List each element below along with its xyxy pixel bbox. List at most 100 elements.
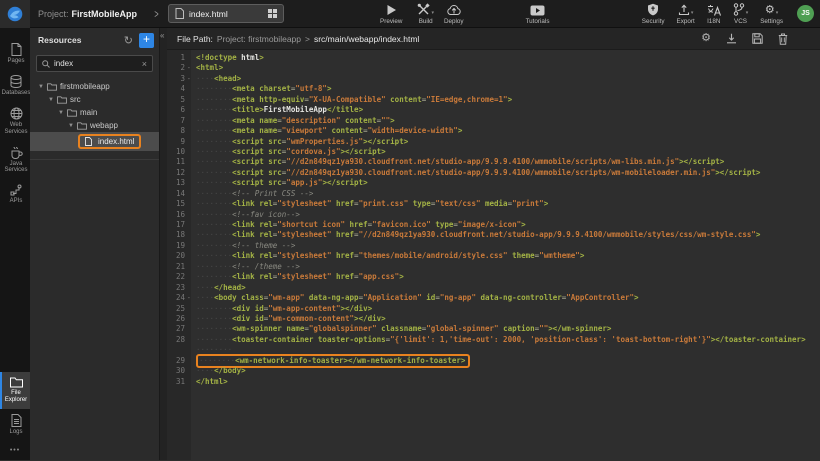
resource-search[interactable]: × [36, 55, 153, 72]
settings-caret-icon: ▾ [776, 11, 779, 16]
tree-item-firstmobileapp[interactable]: ▼ firstmobileapp [30, 80, 159, 93]
build-button[interactable]: ▾ Build [417, 3, 434, 25]
code-line[interactable]: 25········<div id="wm-app-content"></div… [167, 304, 820, 314]
code-editor[interactable]: 1<!doctype html>2-<html>3-····<head>4···… [167, 50, 820, 460]
code-line[interactable]: 19········<!-- theme --> [167, 241, 820, 251]
add-resource-button[interactable]: + [139, 33, 154, 48]
deploy-cloud-icon [447, 4, 461, 16]
code-line[interactable]: 18········<link rel="stylesheet" href="/… [167, 230, 820, 240]
code-line[interactable]: 27········<wm-spinner name="globalspinne… [167, 324, 820, 334]
code-line[interactable]: 6········<title>FirstMobileApp</title> [167, 105, 820, 115]
grid-view-icon[interactable] [268, 9, 277, 18]
i18n-button[interactable]: I18N [707, 3, 721, 25]
code-line[interactable]: 20········<link rel="stylesheet" href="t… [167, 251, 820, 261]
code-line[interactable]: 13········<script src="app.js"></script> [167, 178, 820, 188]
refresh-icon[interactable]: ↻ [124, 34, 133, 47]
code-line[interactable]: 23····</head> [167, 283, 820, 293]
code-line[interactable]: 8········<meta name="viewport" content="… [167, 126, 820, 136]
code-line[interactable]: 15········<link rel="stylesheet" href="p… [167, 199, 820, 209]
sidebar-item-logs[interactable]: Logs [0, 409, 30, 441]
download-icon[interactable] [726, 33, 737, 44]
export-button[interactable]: ▾ Export [677, 3, 695, 25]
settings-gear-icon: ⚙ [765, 5, 775, 16]
code-line[interactable]: 31</html> [167, 377, 820, 387]
sidebar-item-apis[interactable]: APIs [0, 179, 30, 210]
tab-index-html[interactable]: index.html [168, 4, 284, 23]
deploy-label: Deploy [444, 18, 464, 25]
rail-more-button[interactable]: ••• [0, 441, 30, 460]
line-number: 22 [167, 272, 191, 282]
sidebar-item-web-services[interactable]: Web Services [0, 102, 30, 141]
code-line[interactable]: 3-····<head> [167, 74, 820, 84]
expand-arrow-icon[interactable]: ▼ [48, 97, 54, 103]
pages-label: Pages [7, 58, 24, 65]
code-line[interactable]: 24-····<body class="wm-app" data-ng-app=… [167, 293, 820, 303]
line-number: 15 [167, 199, 191, 209]
line-number: 7 [167, 116, 191, 126]
code-line[interactable]: 5········<meta http-equiv="X-UA-Compatib… [167, 95, 820, 105]
code-line[interactable]: 12········<script src="//d2n849qz1ya930.… [167, 168, 820, 178]
line-number: 14 [167, 189, 191, 199]
tree-item-src[interactable]: ▼ src [30, 93, 159, 106]
search-input[interactable] [54, 59, 134, 68]
tree-item-webapp[interactable]: ▼ webapp [30, 119, 159, 132]
delete-trash-icon[interactable] [778, 33, 788, 45]
line-number: 3- [167, 74, 191, 84]
code-line[interactable]: 2-<html> [167, 63, 820, 73]
search-icon [42, 60, 50, 68]
code-line[interactable]: 30····</body> [167, 366, 820, 376]
code-line[interactable]: 9········<script src="wmProperties.js"><… [167, 137, 820, 147]
tree-item-main[interactable]: ▼ main [30, 106, 159, 119]
code-line[interactable]: 10········<script src="cordova.js"></scr… [167, 147, 820, 157]
code-line[interactable]: 11········<script src="//d2n849qz1ya930.… [167, 157, 820, 167]
project-label: Project: [38, 9, 69, 19]
code-line[interactable]: 22········<link rel="stylesheet" href="a… [167, 272, 820, 282]
line-number: 6 [167, 105, 191, 115]
line-number: 12 [167, 168, 191, 178]
panel-resize-handle[interactable]: « [160, 28, 167, 460]
sidebar-item-file-explorer[interactable]: File Explorer [0, 372, 30, 409]
vcs-button[interactable]: ▾ VCS [733, 3, 749, 25]
preview-button[interactable]: Preview [380, 3, 402, 25]
editor-settings-gear-icon[interactable]: ⚙ [701, 33, 711, 44]
logs-icon [11, 414, 22, 427]
line-number: 25 [167, 304, 191, 314]
line-number: 30 [167, 366, 191, 376]
line-number: 2- [167, 63, 191, 73]
expand-arrow-icon[interactable]: ▼ [58, 110, 64, 116]
save-icon[interactable] [752, 33, 763, 44]
user-avatar[interactable]: JS [797, 5, 814, 22]
collapse-panel-icon[interactable]: « [160, 31, 164, 40]
tree-item-index-html-selected[interactable]: index.html [30, 132, 159, 151]
code-line[interactable]: 17········<link rel="shortcut icon" href… [167, 220, 820, 230]
expand-arrow-icon[interactable]: ▼ [38, 84, 44, 90]
code-line[interactable]: 4········<meta charset="utf-8"> [167, 84, 820, 94]
security-shield-icon [647, 3, 659, 16]
code-line[interactable]: 14········<!-- Print CSS --> [167, 189, 820, 199]
clear-search-icon[interactable]: × [142, 59, 147, 69]
sidebar-item-pages[interactable]: Pages [0, 38, 30, 70]
export-caret-icon: ▾ [691, 11, 694, 16]
export-label: Export [677, 18, 695, 25]
tutorials-button[interactable]: Tutorials [526, 3, 550, 25]
code-line[interactable]: 16········<!--fav icon--> [167, 210, 820, 220]
line-number: 24- [167, 293, 191, 303]
code-line[interactable]: 1<!doctype html> [167, 53, 820, 63]
code-lines: 1<!doctype html>2-<html>3-····<head>4···… [167, 53, 820, 387]
sidebar-item-databases[interactable]: Databases [0, 70, 30, 102]
line-number: 8 [167, 126, 191, 136]
vcs-caret-icon: ▾ [746, 11, 749, 16]
code-line[interactable]: 29········<wm-network-info-toaster></wm-… [167, 356, 820, 366]
code-line[interactable]: 7········<meta name="description" conten… [167, 116, 820, 126]
folder-icon [47, 83, 57, 91]
settings-button[interactable]: ⚙ ▾ Settings [760, 3, 783, 25]
code-line[interactable]: 26········<div id="wm-common-content"></… [167, 314, 820, 324]
sidebar-item-java-services[interactable]: Java Services [0, 141, 30, 180]
line-number: 19 [167, 241, 191, 251]
app-logo[interactable] [0, 0, 30, 28]
expand-arrow-icon[interactable]: ▼ [68, 123, 74, 129]
deploy-button[interactable]: Deploy [444, 3, 464, 25]
code-line[interactable]: 21········<!-- /theme --> [167, 262, 820, 272]
security-button[interactable]: Security [642, 3, 665, 25]
code-line[interactable]: 28········<toaster-container toaster-opt… [167, 335, 820, 345]
